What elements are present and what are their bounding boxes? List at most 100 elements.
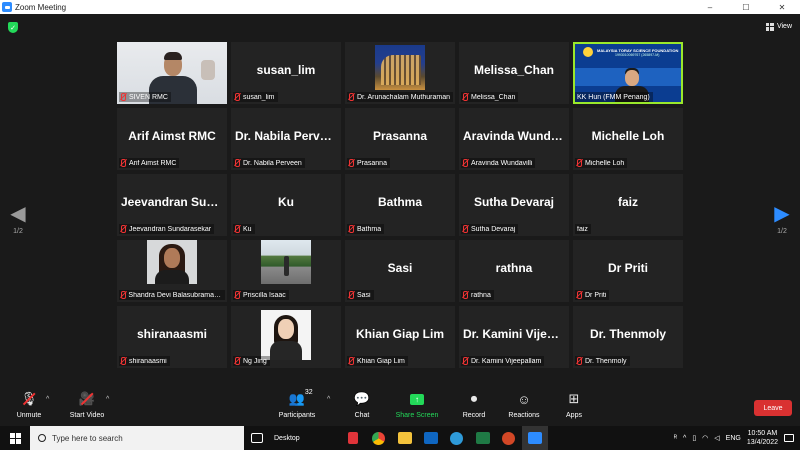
participant-video [261, 240, 311, 284]
excel-icon[interactable] [470, 426, 496, 450]
chrome-icon[interactable] [366, 426, 392, 450]
participant-tile[interactable]: Dr Priti Dr Priti [573, 240, 683, 302]
participant-tile[interactable]: Bathma Bathma [345, 174, 455, 236]
reactions-button[interactable]: ☺ Reactions [506, 390, 542, 424]
language-indicator[interactable]: ENG [726, 435, 741, 442]
participants-icon: 👥 32 [288, 389, 313, 406]
participant-name: rathna [471, 291, 491, 299]
leave-button[interactable]: Leave [754, 400, 792, 416]
participant-display-name: faiz [617, 195, 638, 209]
participant-name-label: Michelle Loh [575, 158, 628, 168]
participant-tile[interactable]: Aravinda Wundavilli Aravinda Wundavilli [459, 108, 569, 170]
participant-tile[interactable]: Michelle Loh Michelle Loh [573, 108, 683, 170]
participant-tile[interactable]: Sutha Devaraj Sutha Devaraj [459, 174, 569, 236]
windows-taskbar: Type here to search Desktop ᴿ ^ ▯ ◠ ◁ EN… [0, 426, 800, 450]
participant-tile[interactable]: susan_lim susan_lim [231, 42, 341, 104]
minimize-button[interactable]: – [692, 0, 728, 14]
participant-display-name: Dr. Kamini Vijeepallam [463, 327, 565, 341]
participant-tile[interactable]: shiranaasmi shiranaasmi [117, 306, 227, 368]
participant-tile[interactable]: Dr. Arunachalam Muthuraman [345, 42, 455, 104]
next-page-button[interactable]: ▶ 1/2 [772, 204, 792, 235]
participant-tile[interactable]: Arif Aimst RMC Arif Aimst RMC [117, 108, 227, 170]
network-icon[interactable]: ◠ [702, 434, 708, 442]
participant-tile[interactable]: SIVEN RMC [117, 42, 227, 104]
chat-button[interactable]: 💬 Chat [350, 390, 374, 424]
participant-name-label: shiranaasmi [119, 356, 170, 366]
video-options-caret[interactable]: ^ [106, 396, 109, 403]
siven-blur [201, 60, 215, 80]
audio-options-caret[interactable]: ^ [46, 396, 49, 403]
participant-name-label: Aravinda Wundavilli [461, 158, 536, 168]
participant-name-label: Khian Giap Lim [347, 356, 408, 366]
apps-label: Apps [566, 412, 582, 419]
battery-icon[interactable]: ▯ [692, 434, 696, 442]
outlook-icon[interactable] [418, 426, 444, 450]
participant-name: Sasi [357, 291, 371, 299]
participant-tile[interactable]: Dr. Nabila Perveen Dr. Nabila Perveen [231, 108, 341, 170]
notifications-icon[interactable] [784, 434, 794, 442]
participant-name-label: KK Hun (FMM Penang) [575, 92, 653, 102]
participant-name: SIVEN RMC [129, 93, 168, 101]
apps-button[interactable]: ⊞ Apps [562, 390, 586, 424]
participant-name: Bathma [357, 225, 382, 233]
desktop-toolbar-label[interactable]: Desktop [274, 435, 300, 442]
participant-tile[interactable]: Khian Giap Lim Khian Giap Lim [345, 306, 455, 368]
view-label: View [776, 23, 792, 30]
participant-tile[interactable]: Dr. Thenmoly Dr. Thenmoly [573, 306, 683, 368]
start-video-button[interactable]: 🎥 Start Video [66, 390, 108, 424]
zoom-taskbar-icon[interactable] [521, 426, 548, 450]
participant-display-name: Arif Aimst RMC [128, 129, 216, 143]
app-red-icon[interactable] [340, 426, 366, 450]
participant-tile[interactable]: Shandra Devi Balasubramaniam [117, 240, 227, 302]
microphone-muted-icon [233, 159, 241, 167]
participant-video [261, 310, 311, 360]
participant-name-label: Jeevandran Sundarasekar [119, 224, 215, 234]
maximize-button[interactable]: ☐ [728, 0, 764, 14]
participant-tile[interactable]: faiz faiz [573, 174, 683, 236]
participant-tile[interactable]: Dr. Kamini Vijeepallam Dr. Kamini Vijeepa… [459, 306, 569, 368]
taskbar-search-box[interactable]: Type here to search [30, 426, 244, 450]
show-hidden-icons-icon[interactable]: ^ [683, 435, 686, 442]
participant-display-name: Dr. Nabila Perveen [235, 129, 337, 143]
view-button[interactable]: View [765, 20, 792, 33]
start-button[interactable] [0, 426, 30, 450]
participant-tile[interactable]: rathna rathna [459, 240, 569, 302]
chevron-left-icon: ◀ [10, 203, 26, 225]
powerpoint-icon[interactable] [496, 426, 522, 450]
participants-options-caret[interactable]: ^ [327, 396, 330, 403]
share-screen-label: Share Screen [395, 412, 439, 419]
participant-tile[interactable]: Jeevandran Sundarasekar Jeevandran Sundar… [117, 174, 227, 236]
participant-tile[interactable]: Sasi Sasi [345, 240, 455, 302]
task-view-icon[interactable] [244, 426, 270, 450]
kk-logo [583, 47, 593, 57]
participant-tile[interactable]: Prasanna Prasanna [345, 108, 455, 170]
security-shield-icon[interactable]: ✓ [8, 22, 18, 33]
unmute-button[interactable]: 🎙 Unmute [14, 390, 44, 424]
participant-name-label: faiz [575, 224, 591, 234]
record-button[interactable]: ⏺ Record [460, 390, 488, 424]
volume-icon[interactable]: ◁ [714, 434, 719, 442]
participant-tile[interactable]: Priscilla Isaac [231, 240, 341, 302]
participant-name: Dr. Arunachalam Muthuraman [357, 93, 450, 101]
participant-display-name: Michelle Loh [591, 129, 665, 143]
page-indicator-right: 1/2 [777, 228, 787, 235]
people-icon[interactable]: ᴿ [674, 435, 677, 442]
participant-display-name: rathna [495, 261, 533, 275]
participant-name-label: Dr. Arunachalam Muthuraman [347, 92, 453, 102]
previous-page-button[interactable]: ◀ 1/2 [8, 204, 28, 235]
participants-button[interactable]: 👥 32 Participants [276, 389, 318, 424]
participant-tile[interactable]: Melissa_Chan Melissa_Chan [459, 42, 569, 104]
participant-name-label: rathna [461, 290, 494, 300]
taskbar-clock[interactable]: 10:50 AM 13/4/2022 [747, 429, 778, 447]
unmute-label: Unmute [16, 412, 42, 419]
file-explorer-icon[interactable] [392, 426, 418, 450]
participant-name: Dr Priti [585, 291, 607, 299]
participant-tile[interactable]: MALAYSIA TORAY SCIENCE FOUNDATION 1993010… [573, 42, 683, 104]
participant-name: susan_lim [243, 93, 275, 101]
close-button[interactable]: ✕ [764, 0, 800, 14]
participant-tile[interactable]: Ku Ku [231, 174, 341, 236]
share-screen-button[interactable]: ↑ Share Screen [394, 390, 440, 424]
participant-display-name: Sasi [387, 261, 413, 275]
participant-tile[interactable]: Ng Jing [231, 306, 341, 368]
edge-icon[interactable] [444, 426, 470, 450]
